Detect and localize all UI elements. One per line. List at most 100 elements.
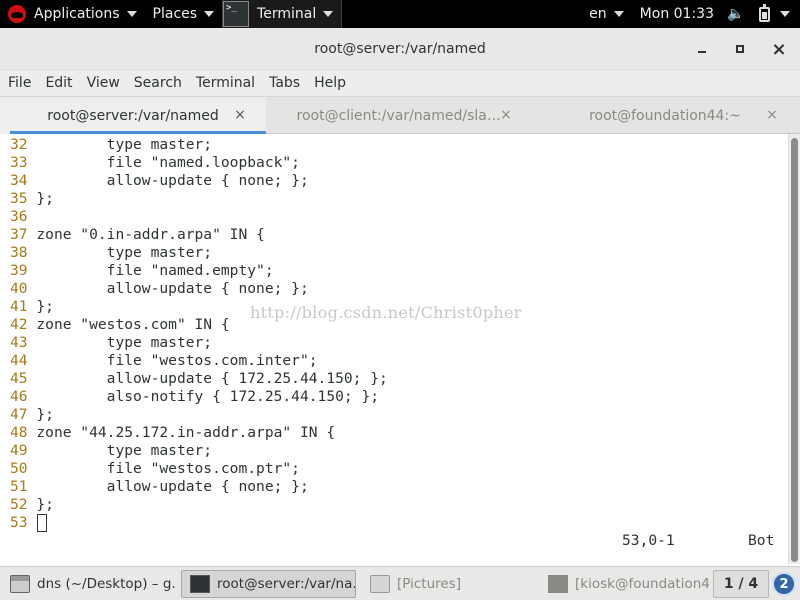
battery-indicator[interactable] [753, 0, 775, 28]
terminal-view[interactable]: 32 type master; 33 file "named.loopback";… [0, 134, 788, 564]
line-number: 33 [10, 154, 28, 171]
terminal-icon: >_ [223, 1, 250, 27]
line-text: also-notify { 172.25.44.150; }; [36, 388, 380, 405]
terminal-line: 34 allow-update { none; }; [10, 172, 309, 190]
tab-close-icon[interactable]: × [498, 106, 514, 124]
line-number: 48 [10, 424, 28, 441]
menu-search[interactable]: Search [127, 70, 189, 96]
line-text: file "named.empty"; [36, 262, 274, 279]
menu-file[interactable]: File [0, 70, 38, 96]
line-number: 49 [10, 442, 28, 459]
line-text: type master; [36, 136, 213, 153]
line-number: 38 [10, 244, 28, 261]
terminal-line: 41 }; [10, 298, 54, 316]
close-window-button[interactable]: × [768, 38, 790, 60]
terminal-line: 46 also-notify { 172.25.44.150; }; [10, 388, 379, 406]
terminal-app-menu[interactable]: >_ Terminal [222, 0, 343, 28]
tab-bar: root@server:/var/named × root@client:/va… [0, 96, 800, 134]
terminal-icon [548, 575, 568, 593]
vim-cursor-position: 53,0-1 [622, 532, 675, 549]
line-number: 45 [10, 370, 28, 387]
applications-menu[interactable]: Applications [0, 0, 145, 28]
places-label: Places [152, 6, 198, 22]
text-cursor [37, 514, 47, 532]
terminal-line: 37 zone "0.in-addr.arpa" IN { [10, 226, 265, 244]
terminal-line: 52 }; [10, 496, 54, 514]
volume-icon[interactable]: 🔈 [725, 0, 747, 28]
clock[interactable]: Mon 01:33 [632, 0, 722, 28]
tab-server[interactable]: root@server:/var/named × [0, 97, 266, 134]
task-label: root@server:/var/na... [217, 576, 356, 592]
terminal-line: 48 zone "44.25.172.in-addr.arpa" IN { [10, 424, 335, 442]
line-number: 42 [10, 316, 28, 333]
line-number: 41 [10, 298, 28, 315]
minimize-button[interactable] [691, 38, 713, 60]
places-menu[interactable]: Places [145, 0, 223, 28]
tab-close-icon[interactable]: × [764, 106, 780, 124]
line-number: 44 [10, 352, 28, 369]
tab-foundation[interactable]: root@foundation44:~ × [532, 97, 798, 134]
task-files-dns[interactable]: dns (~/Desktop) – g... [2, 570, 177, 598]
terminal-line: 50 file "westos.com.ptr"; [10, 460, 300, 478]
chevron-down-icon [780, 11, 790, 17]
tab-label: root@foundation44:~ [589, 107, 741, 124]
line-number: 35 [10, 190, 28, 207]
terminal-line: 32 type master; [10, 136, 212, 154]
line-text: zone "44.25.172.in-addr.arpa" IN { [36, 424, 336, 441]
terminal-icon [190, 575, 210, 593]
line-text: file "named.loopback"; [36, 154, 300, 171]
tab-label: root@client:/var/named/slaves [296, 107, 502, 124]
line-number: 43 [10, 334, 28, 351]
window-titlebar[interactable]: root@server:/var/named × [0, 28, 800, 70]
minimize-icon [698, 51, 706, 53]
chevron-down-icon [204, 11, 215, 17]
line-text: type master; [36, 334, 213, 351]
line-text: allow-update { none; }; [36, 280, 309, 297]
line-text: allow-update { none; }; [36, 478, 309, 495]
terminal-line: 43 type master; [10, 334, 212, 352]
menu-help[interactable]: Help [307, 70, 353, 96]
task-terminal-kiosk[interactable]: [kiosk@foundation4... [540, 570, 710, 598]
maximize-button[interactable] [729, 38, 751, 60]
terminal-line: 33 file "named.loopback"; [10, 154, 300, 172]
chevron-down-icon [126, 11, 137, 17]
applications-label: Applications [34, 6, 120, 22]
workspace-switcher[interactable]: 1 / 4 [713, 570, 769, 598]
task-pictures[interactable]: [Pictures] [362, 570, 532, 598]
menu-terminal[interactable]: Terminal [189, 70, 262, 96]
chevron-down-icon [323, 11, 334, 17]
menu-view[interactable]: View [80, 70, 127, 96]
language-selector[interactable]: en [581, 0, 632, 28]
line-text: }; [36, 190, 54, 207]
menu-edit[interactable]: Edit [38, 70, 79, 96]
top-bar: Applications Places >_ Terminal en Mon 0… [0, 0, 800, 28]
terminal-scrollbar[interactable] [788, 134, 800, 564]
line-text: }; [36, 298, 54, 315]
line-text: zone "westos.com" IN { [36, 316, 230, 333]
language-label: en [589, 6, 607, 22]
line-text: file "westos.com.inter"; [36, 352, 318, 369]
system-menu[interactable] [778, 0, 800, 28]
chevron-down-icon [613, 11, 624, 17]
scrollbar-thumb[interactable] [791, 138, 798, 562]
maximize-icon [736, 45, 744, 53]
line-number: 39 [10, 262, 28, 279]
line-number: 32 [10, 136, 28, 153]
line-number: 47 [10, 406, 28, 423]
line-number: 51 [10, 478, 28, 495]
terminal-line: 45 allow-update { 172.25.44.150; }; [10, 370, 388, 388]
line-text: type master; [36, 442, 213, 459]
terminal-line: 53 [10, 514, 36, 532]
terminal-line: 40 allow-update { none; }; [10, 280, 309, 298]
notification-badge[interactable]: 2 [772, 572, 796, 596]
line-number: 40 [10, 280, 28, 297]
window-list-bar: dns (~/Desktop) – g... root@server:/var/… [0, 566, 800, 600]
vim-scroll-position: Bot [748, 532, 775, 549]
terminal-line: 44 file "westos.com.inter"; [10, 352, 318, 370]
task-terminal-server[interactable]: root@server:/var/na... [181, 570, 356, 598]
menu-tabs[interactable]: Tabs [262, 70, 307, 96]
line-number: 37 [10, 226, 28, 243]
files-icon [10, 575, 30, 593]
tab-close-icon[interactable]: × [232, 106, 248, 124]
tab-client[interactable]: root@client:/var/named/slaves × [266, 97, 532, 134]
